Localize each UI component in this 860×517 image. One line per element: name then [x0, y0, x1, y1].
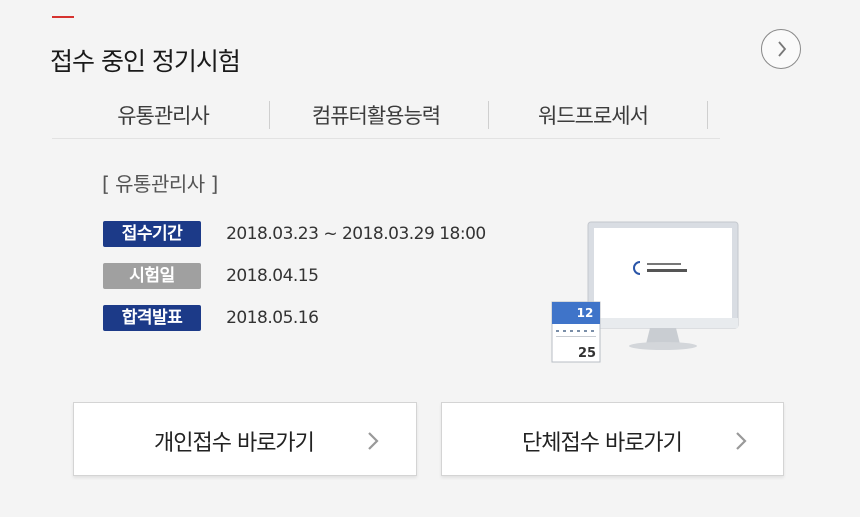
registration-period-row: 접수기간 2018.03.23 ~ 2018.03.29 18:00: [103, 221, 486, 247]
exam-name: [ 유통관리사 ]: [102, 172, 218, 196]
section-title: 접수 중인 정기시험: [50, 47, 241, 76]
exam-date-row: 시험일 2018.04.15: [103, 263, 319, 289]
exam-tabs: 유통관리사 컴퓨터활용능력 워드프로세서: [52, 92, 720, 139]
calendar-top-number: 12: [577, 306, 594, 320]
individual-registration-button[interactable]: 개인접수 바로가기: [73, 402, 417, 476]
exam-schedule-panel: 접수 중인 정기시험 유통관리사 컴퓨터활용능력 워드프로세서 [ 유통관리사 …: [0, 0, 860, 517]
result-announcement-value: 2018.05.16: [226, 308, 319, 328]
title-accent-bar: [52, 16, 74, 18]
more-button[interactable]: [761, 29, 801, 69]
tab-distribution-manager[interactable]: 유통관리사: [98, 100, 228, 130]
registration-period-badge: 접수기간: [103, 221, 201, 247]
calendar-monitor-illustration: 12 25: [550, 218, 750, 368]
tab-divider: [488, 101, 489, 129]
exam-date-badge: 시험일: [103, 263, 201, 289]
chevron-right-icon: [736, 432, 747, 450]
tab-divider: [707, 101, 708, 129]
exam-date-value: 2018.04.15: [226, 266, 319, 286]
tab-divider: [269, 101, 270, 129]
calendar-bottom-number: 25: [578, 346, 596, 361]
individual-registration-label: 개인접수 바로가기: [154, 431, 315, 456]
registration-period-value: 2018.03.23 ~ 2018.03.29 18:00: [226, 224, 486, 244]
result-announcement-row: 합격발표 2018.05.16: [103, 305, 319, 331]
result-announcement-badge: 합격발표: [103, 305, 201, 331]
chevron-right-circle-icon: [778, 41, 787, 57]
calendar-monitor-icon: 12 25: [551, 221, 739, 363]
tab-word-processor[interactable]: 워드프로세서: [518, 100, 668, 130]
tab-computer-literacy[interactable]: 컴퓨터활용능력: [296, 100, 456, 130]
chevron-right-icon: [368, 432, 379, 450]
group-registration-button[interactable]: 단체접수 바로가기: [441, 402, 784, 476]
group-registration-label: 단체접수 바로가기: [522, 431, 683, 456]
